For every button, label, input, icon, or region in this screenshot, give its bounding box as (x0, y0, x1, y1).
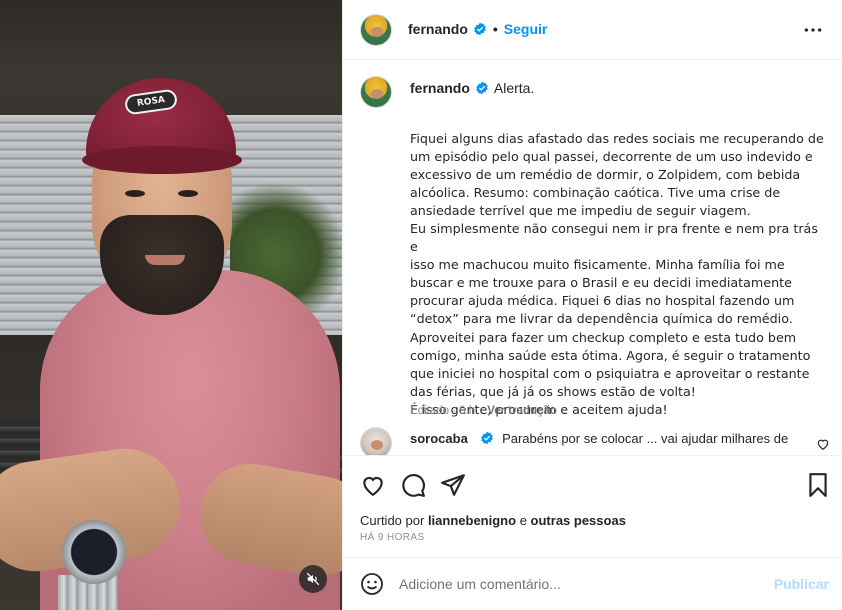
likes-connector: e (519, 513, 527, 528)
comment-bubble-icon[interactable] (400, 472, 426, 498)
caption-username[interactable]: fernando (410, 80, 470, 96)
verified-badge-icon (476, 81, 488, 95)
caption-body: Fiquei alguns dias afastado das redes so… (410, 131, 824, 417)
edited-time: Editado · 9 h (410, 405, 476, 417)
comment-item: sorocaba Parabéns por se colocar ... vai… (360, 427, 830, 455)
wrist-watch (62, 520, 126, 584)
follow-button[interactable]: Seguir (504, 21, 548, 37)
person-mouth (145, 255, 185, 265)
mute-button[interactable] (299, 565, 327, 593)
comment-body: Parabéns por se colocar ... vai ajudar m… (502, 431, 789, 446)
likes-summary: Curtido por liannebenigno e outras pesso… (360, 513, 626, 528)
caption-avatar[interactable] (360, 76, 392, 108)
cap-brim (82, 146, 242, 174)
post-panel: fernando • Seguir fernando Alerta. Fique… (342, 0, 842, 610)
person-eye-right (178, 190, 198, 197)
comment-text: sorocaba Parabéns por se colocar ... vai… (410, 431, 810, 446)
caption-head: fernando Alerta. (410, 80, 534, 96)
comment-avatar[interactable] (360, 427, 392, 455)
verified-badge-icon (474, 22, 486, 36)
avatar[interactable] (360, 14, 392, 46)
post-video[interactable]: ROSA (0, 0, 342, 610)
likes-others-link[interactable]: outras pessoas (531, 513, 626, 528)
verified-badge-icon (481, 431, 494, 445)
publish-button[interactable]: Publicar (774, 576, 829, 592)
action-bar (343, 455, 842, 510)
likes-prefix: Curtido por (360, 513, 425, 528)
comment-username[interactable]: sorocaba (410, 431, 468, 446)
heart-icon[interactable] (360, 472, 386, 498)
comment-input[interactable] (399, 571, 759, 597)
header-user: fernando • Seguir (408, 21, 547, 37)
caption-section: fernando Alerta. Fiquei alguns dias afas… (343, 60, 842, 455)
more-horizontal-icon[interactable] (803, 22, 823, 38)
caption-meta: Editado · 9 h Ver tradução (410, 405, 557, 417)
separator-dot: • (492, 21, 498, 37)
speaker-muted-icon (306, 572, 320, 586)
ceiling (0, 0, 342, 70)
bookmark-icon[interactable] (805, 472, 831, 498)
translate-link[interactable]: Ver tradução (487, 405, 557, 417)
liker-username[interactable]: liannebenigno (428, 513, 516, 528)
author-username[interactable]: fernando (408, 21, 468, 37)
caption-first-line: Alerta. (493, 80, 535, 96)
post-timestamp[interactable]: HÁ 9 HORAS (360, 532, 425, 543)
post-header: fernando • Seguir (343, 0, 842, 60)
add-comment-bar: Publicar (343, 557, 842, 610)
comment-heart-icon[interactable] (816, 437, 830, 451)
paper-plane-icon[interactable] (440, 472, 466, 498)
smiley-icon[interactable] (360, 572, 384, 596)
person-eye-left (125, 190, 145, 197)
